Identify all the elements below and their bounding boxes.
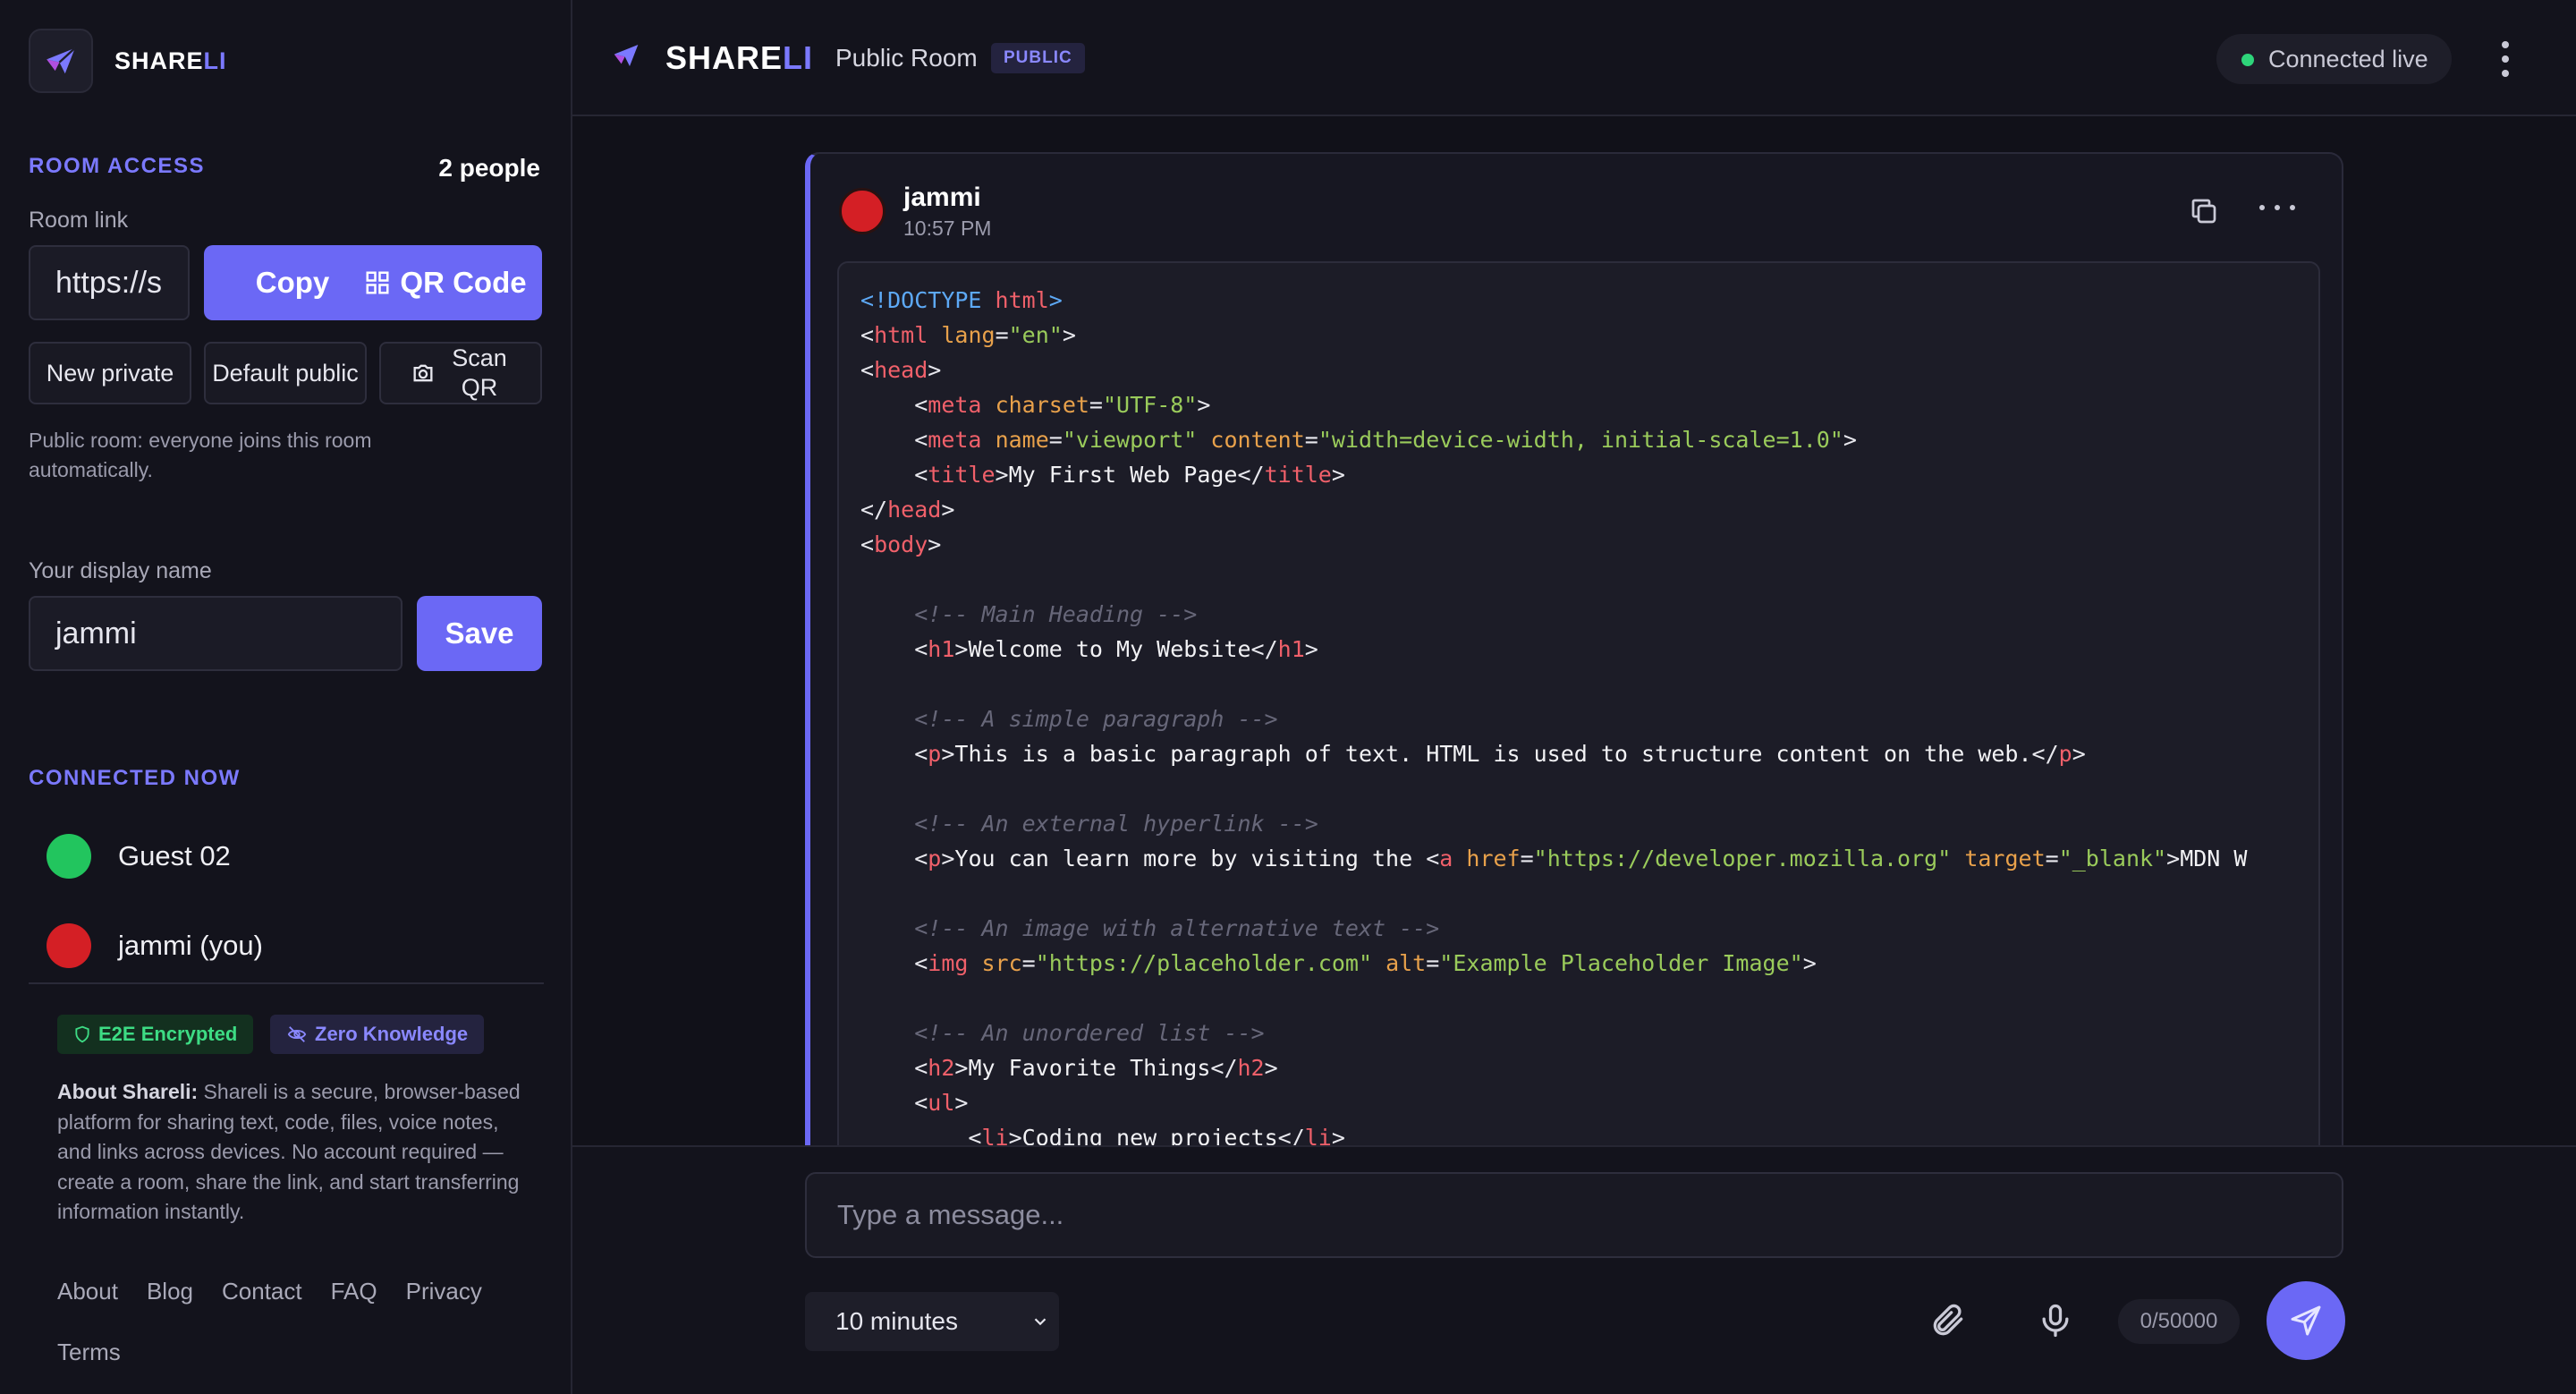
room-access-heading: ROOM ACCESS xyxy=(29,154,205,178)
footer-links: About Blog Contact FAQ Privacy xyxy=(57,1278,482,1305)
code-line: <!-- A simple paragraph --> xyxy=(914,706,1278,732)
message-feed[interactable]: jammi 10:57 PM <!DOCTYPE html> <html lang… xyxy=(572,116,2576,1145)
room-link-label: Room link xyxy=(29,208,129,233)
code-line: <meta name="viewport" content="width=dev… xyxy=(914,427,1857,453)
send-icon xyxy=(2291,1305,2321,1336)
connected-now-heading: CONNECTED NOW xyxy=(29,766,241,790)
code-line: <!-- Main Heading --> xyxy=(914,601,1198,627)
display-name-label: Your display name xyxy=(29,558,212,583)
scan-qr-button[interactable]: Scan QR xyxy=(379,342,542,404)
expiry-value: 10 minutes xyxy=(835,1307,958,1335)
qr-grid-icon xyxy=(366,271,389,294)
code-line: <img src="https://placeholder.com" alt="… xyxy=(914,950,1817,976)
footer-link-about[interactable]: About xyxy=(57,1278,118,1305)
user-row: Guest 02 xyxy=(47,834,231,879)
paper-plane-icon xyxy=(29,29,93,93)
zero-knowledge-badge: Zero Knowledge xyxy=(270,1015,485,1054)
code-line: <ul> xyxy=(914,1090,969,1116)
expiry-select[interactable]: 10 minutes xyxy=(805,1292,1059,1351)
about-text: About Shareli: Shareli is a secure, brow… xyxy=(57,1077,522,1228)
connection-status: Connected live xyxy=(2216,34,2452,84)
qr-code-button[interactable]: QR Code xyxy=(349,245,542,320)
footer-link-contact[interactable]: Contact xyxy=(222,1278,302,1305)
eye-off-icon xyxy=(287,1026,307,1042)
user-avatar xyxy=(47,834,91,879)
char-counter: 0/50000 xyxy=(2118,1299,2240,1344)
message-input[interactable]: Type a message... xyxy=(805,1172,2343,1258)
message-card: jammi 10:57 PM <!DOCTYPE html> <html lang… xyxy=(805,152,2343,1145)
code-line: <!-- An image with alternative text --> xyxy=(914,915,1440,941)
chevron-down-icon xyxy=(1034,1318,1046,1326)
composer: Type a message... 10 minutes 0/50000 xyxy=(572,1145,2576,1394)
default-public-button[interactable]: Default public xyxy=(204,342,367,404)
message-author: jammi xyxy=(903,183,981,212)
microphone-icon[interactable] xyxy=(2036,1301,2075,1345)
people-count: 2 people xyxy=(438,154,540,182)
brand[interactable]: SHARELI xyxy=(29,29,227,93)
user-name: jammi (you) xyxy=(118,930,263,961)
room-name: Public Room xyxy=(835,44,978,72)
code-block: <!DOCTYPE html> <html lang="en"> <head> <m… xyxy=(837,261,2320,1145)
footer-link-blog[interactable]: Blog xyxy=(147,1278,193,1305)
e2e-badge-label: E2E Encrypted xyxy=(98,1023,238,1045)
header-brand[interactable]: SHARELI xyxy=(665,39,813,77)
author-avatar xyxy=(839,188,886,234)
e2e-badge: E2E Encrypted xyxy=(57,1015,254,1054)
camera-icon xyxy=(413,364,433,382)
send-button[interactable] xyxy=(2267,1281,2345,1360)
public-room-note: Public room: everyone joins this room au… xyxy=(29,429,372,481)
zero-knowledge-label: Zero Knowledge xyxy=(315,1023,469,1045)
code-line: </head> xyxy=(860,497,955,523)
code-line: <body> xyxy=(860,531,942,557)
user-name: Guest 02 xyxy=(118,840,231,871)
code-line: <h1>Welcome to My Website</h1> xyxy=(914,636,1318,662)
about-title: About Shareli: xyxy=(57,1080,199,1103)
scan-qr-label: Scan QR xyxy=(452,344,507,401)
code-line: <!-- An unordered list --> xyxy=(914,1020,1265,1046)
footer-link-privacy[interactable]: Privacy xyxy=(406,1278,482,1305)
code-line: <title>My First Web Page</title> xyxy=(914,462,1345,488)
code-line: <li>Coding new projects</li> xyxy=(968,1125,1345,1145)
message-time: 10:57 PM xyxy=(903,217,992,240)
user-row: jammi (you) xyxy=(47,923,263,968)
shield-icon xyxy=(75,1025,89,1043)
room-type-badge: PUBLIC xyxy=(991,43,1085,73)
brand-name: SHARELI xyxy=(114,47,227,74)
code-line: <h2>My Favorite Things</h2> xyxy=(914,1055,1278,1081)
status-dot xyxy=(2241,54,2254,66)
sidebar-divider xyxy=(29,982,544,984)
copy-icon[interactable] xyxy=(2188,195,2220,227)
save-name-button[interactable]: Save xyxy=(417,596,542,671)
room-link-input[interactable]: https://s xyxy=(29,245,190,320)
code-line: <!-- An external hyperlink --> xyxy=(914,811,1318,837)
user-avatar xyxy=(47,923,91,968)
code-line: <html lang="en"> xyxy=(860,322,1076,348)
status-text: Connected live xyxy=(2268,45,2428,72)
footer-link-terms[interactable]: Terms xyxy=(57,1339,121,1366)
code-line: <!DOCTYPE html> xyxy=(860,287,1063,313)
top-header: SHARELI Public Room PUBLIC Connected liv… xyxy=(572,0,2576,116)
code-line: <meta charset="UTF-8"> xyxy=(914,392,1211,418)
new-private-button[interactable]: New private xyxy=(29,342,191,404)
display-name-input[interactable]: jammi xyxy=(29,596,402,671)
qr-code-label: QR Code xyxy=(400,266,527,299)
paperclip-icon[interactable] xyxy=(1928,1301,1968,1345)
sidebar: SHARELI ROOM ACCESS 2 people Room link h… xyxy=(0,0,572,1394)
footer-link-faq[interactable]: FAQ xyxy=(331,1278,377,1305)
code-content: <!DOCTYPE html> <html lang="en"> <head> <m… xyxy=(860,283,2309,1145)
message-options-icon[interactable] xyxy=(2259,199,2295,217)
more-menu-icon[interactable] xyxy=(2492,41,2519,77)
code-line: <p>This is a basic paragraph of text. HT… xyxy=(914,741,2086,767)
code-line: <p>You can learn more by visiting the <a… xyxy=(914,846,2248,871)
code-line: <head> xyxy=(860,357,942,383)
paper-plane-icon xyxy=(612,41,640,74)
